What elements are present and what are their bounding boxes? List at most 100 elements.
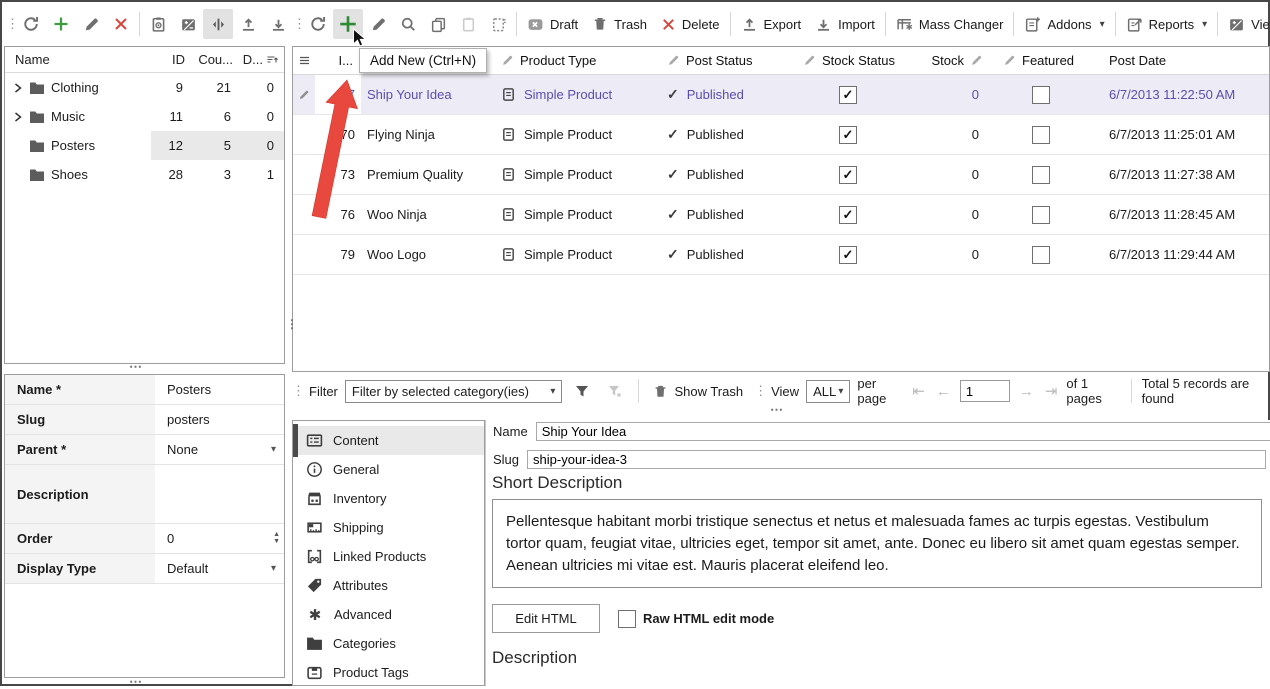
pagination-drag-handle[interactable]: ⋮: [754, 383, 764, 399]
tree-edit-button[interactable]: [76, 9, 106, 39]
product-row[interactable]: 67 Ship Your Idea Simple Product ✓Publis…: [293, 75, 1269, 115]
category-description-input[interactable]: [155, 465, 284, 523]
page-number-input[interactable]: [960, 380, 1010, 402]
stock-status-checkbox[interactable]: [839, 86, 857, 104]
search-button[interactable]: [393, 9, 423, 39]
category-order-stepper[interactable]: 0 ▲▼: [155, 524, 284, 553]
featured-checkbox[interactable]: [1032, 126, 1050, 144]
draft-button[interactable]: Draft: [520, 9, 585, 39]
tree-add-button[interactable]: [46, 9, 76, 39]
split-view-button[interactable]: [203, 9, 233, 39]
tree-delete-button[interactable]: [106, 9, 136, 39]
product-name[interactable]: Ship Your Idea: [361, 75, 489, 114]
horizontal-splitter-handle[interactable]: [129, 678, 143, 686]
image-settings-button[interactable]: [173, 9, 203, 39]
filter-select[interactable]: Filter by selected category(ies) ▾: [345, 380, 563, 403]
clear-filter-button[interactable]: [602, 376, 628, 406]
apply-filter-button[interactable]: [569, 376, 595, 406]
first-page-button[interactable]: ⇤: [910, 382, 927, 400]
trash-button[interactable]: Trash: [585, 9, 654, 39]
tree-export-button[interactable]: [233, 9, 263, 39]
stock-status-checkbox[interactable]: [839, 206, 857, 224]
mass-changer-button[interactable]: ✱ Mass Changer: [889, 9, 1011, 39]
expand-chevron-icon[interactable]: [13, 112, 23, 122]
tab-shipping[interactable]: Shipping: [293, 513, 484, 542]
product-row[interactable]: 76 Woo Ninja Simple Product ✓Published 0…: [293, 195, 1269, 235]
delete-button[interactable]: Delete: [654, 9, 727, 39]
featured-checkbox[interactable]: [1032, 166, 1050, 184]
preview-clipboard-button[interactable]: [143, 9, 173, 39]
col-id[interactable]: I...: [315, 47, 361, 74]
category-row-shoes[interactable]: Shoes 28 3 1: [5, 160, 284, 189]
reports-button[interactable]: Reports ▾: [1119, 9, 1215, 39]
category-row-clothing[interactable]: Clothing 9 21 0: [5, 73, 284, 102]
product-name[interactable]: Premium Quality: [361, 155, 489, 194]
tab-product-tags[interactable]: Product Tags: [293, 658, 484, 687]
col-stock[interactable]: Stock: [905, 47, 991, 74]
raw-html-checkbox[interactable]: [618, 610, 636, 628]
tab-linked-products[interactable]: Linked Products: [293, 542, 484, 571]
category-row-posters[interactable]: Posters 12 5 0: [5, 131, 284, 160]
stock-status-checkbox[interactable]: [839, 166, 857, 184]
category-display-type-select[interactable]: Default ▾: [155, 554, 284, 583]
tab-general[interactable]: General: [293, 455, 484, 484]
featured-checkbox[interactable]: [1032, 206, 1050, 224]
add-new-button[interactable]: [333, 9, 363, 39]
category-name-input[interactable]: Posters: [155, 375, 284, 404]
short-description-editor[interactable]: Pellentesque habitant morbi tristique se…: [492, 499, 1262, 588]
col-featured[interactable]: Featured: [991, 47, 1091, 74]
product-name[interactable]: Woo Logo: [361, 235, 489, 274]
col-stock-status[interactable]: Stock Status: [791, 47, 905, 74]
tree-refresh-button[interactable]: [16, 9, 46, 39]
col-product-type[interactable]: Product Type: [489, 47, 655, 74]
grid-menu-icon[interactable]: [293, 47, 315, 74]
edit-html-button[interactable]: Edit HTML: [492, 604, 600, 633]
expand-chevron-icon[interactable]: [13, 83, 23, 93]
grid-edit-button[interactable]: [363, 9, 393, 39]
product-name-input[interactable]: [536, 422, 1270, 441]
product-row[interactable]: 70 Flying Ninja Simple Product ✓Publishe…: [293, 115, 1269, 155]
addons-button[interactable]: Addons ▾: [1017, 9, 1111, 39]
tab-advanced[interactable]: ✱ Advanced: [293, 600, 484, 629]
category-parent-select[interactable]: None ▾: [155, 435, 284, 464]
horizontal-splitter-handle[interactable]: [129, 363, 143, 371]
tab-content[interactable]: Content: [293, 426, 484, 455]
export-button[interactable]: Export: [734, 9, 809, 39]
grid-refresh-button[interactable]: [303, 9, 333, 39]
stepper-arrows-icon[interactable]: ▲▼: [273, 532, 280, 545]
stock-status-checkbox[interactable]: [839, 246, 857, 264]
tree-col-id[interactable]: ID: [151, 52, 193, 67]
featured-checkbox[interactable]: [1032, 86, 1050, 104]
product-name[interactable]: Woo Ninja: [361, 195, 489, 234]
tree-col-count[interactable]: Cou...: [193, 52, 241, 67]
per-page-select[interactable]: ALL ▾: [806, 380, 850, 403]
show-trash-button[interactable]: Show Trash: [649, 376, 747, 406]
last-page-button[interactable]: ⇥: [1043, 382, 1060, 400]
horizontal-splitter-handle[interactable]: [770, 406, 784, 414]
product-row[interactable]: 73 Premium Quality Simple Product ✓Publi…: [293, 155, 1269, 195]
product-row[interactable]: 79 Woo Logo Simple Product ✓Published 0 …: [293, 235, 1269, 275]
featured-checkbox[interactable]: [1032, 246, 1050, 264]
copy-button[interactable]: [423, 9, 453, 39]
product-name[interactable]: Flying Ninja: [361, 115, 489, 154]
paste-button[interactable]: [453, 9, 483, 39]
stock-status-checkbox[interactable]: [839, 126, 857, 144]
tree-import-button[interactable]: [263, 9, 293, 39]
category-slug-input[interactable]: posters: [155, 405, 284, 434]
toolbar-drag-handle[interactable]: ⋮: [293, 16, 303, 32]
paste-special-button[interactable]: [483, 9, 513, 39]
tab-attributes[interactable]: Attributes: [293, 571, 484, 600]
vertical-splitter-handle[interactable]: [286, 322, 298, 326]
tree-col-d[interactable]: D...: [241, 52, 284, 67]
toolbar-drag-handle[interactable]: ⋮: [6, 16, 16, 32]
col-post-date[interactable]: Post Date: [1091, 47, 1269, 74]
filter-drag-handle[interactable]: ⋮: [292, 383, 302, 399]
tab-categories[interactable]: Categories: [293, 629, 484, 658]
tab-inventory[interactable]: Inventory: [293, 484, 484, 513]
import-button[interactable]: Import: [808, 9, 882, 39]
prev-page-button[interactable]: ←: [934, 383, 953, 400]
tree-col-name[interactable]: Name: [5, 52, 151, 67]
category-row-music[interactable]: Music 11 6 0: [5, 102, 284, 131]
product-slug-input[interactable]: [527, 450, 1266, 469]
next-page-button[interactable]: →: [1017, 383, 1036, 400]
